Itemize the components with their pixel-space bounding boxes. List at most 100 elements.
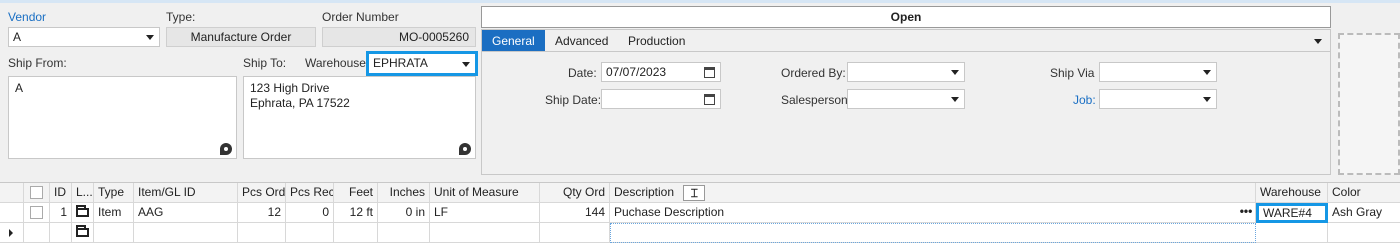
calendar-icon[interactable] bbox=[704, 94, 715, 105]
column-header-uom[interactable]: Unit of Measure bbox=[430, 183, 540, 203]
ship-to-address-line2: Ephrata, PA 17522 bbox=[250, 96, 350, 110]
new-row-pcs-ord[interactable] bbox=[238, 223, 286, 243]
new-row-feet[interactable] bbox=[334, 223, 378, 243]
new-row-item[interactable] bbox=[134, 223, 238, 243]
ship-to-address-line1: 123 High Drive bbox=[250, 81, 330, 95]
image-drop-zone[interactable] bbox=[1338, 33, 1400, 175]
cell-id[interactable]: 1 bbox=[50, 203, 72, 223]
column-header-color[interactable]: Color bbox=[1328, 183, 1400, 203]
column-header-type[interactable]: Type bbox=[94, 183, 134, 203]
new-row-id[interactable] bbox=[50, 223, 72, 243]
type-label: Type: bbox=[166, 10, 196, 24]
cell-item[interactable]: AAG bbox=[134, 203, 238, 223]
cell-link[interactable] bbox=[72, 203, 94, 223]
tab-advanced[interactable]: Advanced bbox=[545, 30, 618, 52]
column-header-pcs-rec[interactable]: Pcs Rec bbox=[286, 183, 334, 203]
chevron-down-icon bbox=[146, 35, 154, 40]
salesperson-select[interactable] bbox=[847, 89, 965, 109]
ship-to-address[interactable]: 123 High Drive Ephrata, PA 17522 bbox=[243, 76, 476, 159]
new-row-qty-ord[interactable] bbox=[540, 223, 610, 243]
ship-via-select[interactable] bbox=[1099, 62, 1217, 82]
tab-general[interactable]: General bbox=[482, 30, 545, 52]
chevron-down-icon bbox=[1203, 70, 1211, 75]
map-pin-icon[interactable] bbox=[220, 143, 232, 155]
new-row-description[interactable] bbox=[610, 223, 1256, 243]
cell-pcs-rec[interactable]: 0 bbox=[286, 203, 334, 223]
date-input[interactable]: 07/07/2023 bbox=[601, 62, 721, 82]
calendar-icon[interactable] bbox=[704, 67, 715, 78]
ship-date-input[interactable] bbox=[601, 89, 721, 109]
row-checkbox-cell[interactable] bbox=[24, 203, 50, 223]
new-row-selector[interactable] bbox=[0, 223, 24, 243]
tab-strip: General Advanced Production bbox=[481, 29, 1331, 52]
ship-from-address-text: A bbox=[15, 81, 24, 95]
ship-date-label: Ship Date: bbox=[545, 93, 602, 107]
chevron-down-icon bbox=[951, 70, 959, 75]
new-row-type[interactable] bbox=[94, 223, 134, 243]
top-accent-line bbox=[0, 0, 1400, 3]
chevron-down-icon bbox=[462, 62, 470, 67]
grid-header-row: ID L... Type Item/GL ID Pcs Ord Pcs Rec … bbox=[0, 183, 1400, 203]
vendor-select[interactable]: A bbox=[8, 27, 160, 47]
ship-from-address[interactable]: A bbox=[8, 76, 237, 159]
cell-type[interactable]: Item bbox=[94, 203, 134, 223]
ordered-by-select[interactable] bbox=[847, 62, 965, 82]
vendor-label[interactable]: Vendor bbox=[8, 10, 46, 24]
column-header-feet[interactable]: Feet bbox=[334, 183, 378, 203]
chevron-down-icon bbox=[1203, 97, 1211, 102]
cell-warehouse[interactable]: WARE#4 bbox=[1256, 203, 1328, 223]
cell-feet[interactable]: 12 ft bbox=[334, 203, 378, 223]
cell-description[interactable]: Puchase Description ••• bbox=[610, 203, 1256, 223]
ship-to-label: Ship To: bbox=[243, 56, 287, 70]
new-row[interactable] bbox=[0, 223, 1400, 243]
column-header-pcs-ord[interactable]: Pcs Ord bbox=[238, 183, 286, 203]
salesperson-label: Salesperson bbox=[781, 93, 848, 107]
row-pointer-icon bbox=[9, 229, 13, 237]
column-header-description[interactable]: Description ⌶ bbox=[610, 183, 1256, 203]
cell-qty-ord[interactable]: 144 bbox=[540, 203, 610, 223]
column-header-inches[interactable]: Inches bbox=[378, 183, 430, 203]
cell-pcs-ord[interactable]: 12 bbox=[238, 203, 286, 223]
new-row-inches[interactable] bbox=[378, 223, 430, 243]
column-header-id[interactable]: ID bbox=[50, 183, 72, 203]
ship-warehouse-select[interactable]: EPHRATA bbox=[366, 51, 478, 76]
date-value: 07/07/2023 bbox=[606, 65, 667, 79]
job-select[interactable] bbox=[1099, 89, 1217, 109]
select-all-header[interactable] bbox=[24, 183, 50, 203]
table-row[interactable]: 1 Item AAG 12 0 12 ft 0 in LF 144 Puchas… bbox=[0, 203, 1400, 223]
folder-icon[interactable] bbox=[76, 205, 89, 217]
row-selector[interactable] bbox=[0, 203, 24, 223]
new-row-pcs-rec[interactable] bbox=[286, 223, 334, 243]
new-row-uom[interactable] bbox=[430, 223, 540, 243]
folder-icon[interactable] bbox=[76, 225, 89, 237]
new-row-link[interactable] bbox=[72, 223, 94, 243]
ship-warehouse-value: EPHRATA bbox=[373, 56, 428, 70]
cell-inches[interactable]: 0 in bbox=[378, 203, 430, 223]
row-checkbox[interactable] bbox=[30, 206, 43, 219]
column-header-l[interactable]: L... bbox=[72, 183, 94, 203]
tab-production[interactable]: Production bbox=[618, 30, 695, 52]
column-header-warehouse[interactable]: Warehouse bbox=[1256, 183, 1328, 203]
cell-color[interactable]: Ash Gray bbox=[1328, 203, 1400, 223]
column-header-item[interactable]: Item/GL ID bbox=[134, 183, 238, 203]
new-row-warehouse[interactable] bbox=[1256, 223, 1328, 243]
map-pin-icon[interactable] bbox=[459, 143, 471, 155]
cell-uom[interactable]: LF bbox=[430, 203, 540, 223]
order-number-field: MO-0005260 bbox=[322, 27, 476, 47]
vendor-value: A bbox=[13, 30, 22, 44]
column-header-qty-ord[interactable]: Qty Ord bbox=[540, 183, 610, 203]
select-all-checkbox[interactable] bbox=[30, 186, 43, 199]
ship-from-label: Ship From: bbox=[8, 56, 67, 70]
ordered-by-label: Ordered By: bbox=[781, 66, 846, 80]
job-label[interactable]: Job: bbox=[1073, 93, 1096, 107]
tab-menu-chevron-icon[interactable] bbox=[1314, 39, 1322, 44]
warehouse-label: Warehouse: bbox=[305, 56, 370, 70]
ellipsis-button[interactable]: ••• bbox=[1237, 203, 1255, 222]
new-row-checkbox-cell[interactable] bbox=[24, 223, 50, 243]
row-height-icon[interactable]: ⌶ bbox=[683, 184, 706, 201]
order-number-label: Order Number bbox=[322, 10, 399, 24]
date-label: Date: bbox=[568, 66, 597, 80]
chevron-down-icon bbox=[951, 97, 959, 102]
cell-description-text: Puchase Description bbox=[614, 205, 725, 219]
new-row-color[interactable] bbox=[1328, 223, 1400, 243]
